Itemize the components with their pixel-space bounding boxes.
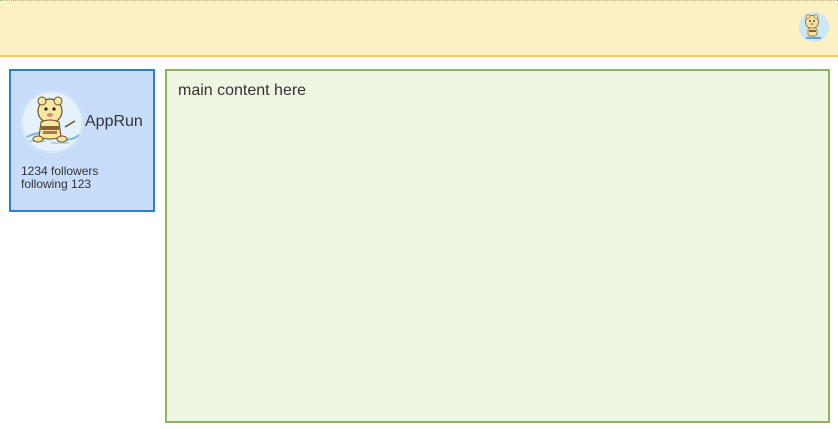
profile-stats: 1234 followers following 123 [21,165,98,191]
main-content-panel: main content here [165,69,830,423]
main-content-text: main content here [178,82,307,99]
profile-header: AppRun [21,91,143,153]
profile-card: AppRun 1234 followers following 123 [9,69,155,212]
profile-name: AppRun [85,113,143,130]
profile-avatar-icon[interactable] [21,91,83,153]
header-avatar-icon[interactable] [799,12,829,42]
following-count: following 123 [21,177,92,191]
app-root: AppRun 1234 followers following 123 main… [0,0,838,429]
top-header [0,0,838,57]
